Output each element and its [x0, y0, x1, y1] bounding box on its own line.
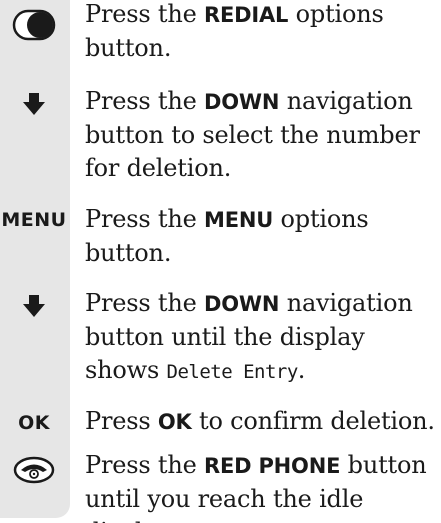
keyword: MENU [204, 208, 274, 232]
down-arrow-icon [0, 294, 68, 318]
instruction-page: Press the REDIAL options button. Press t… [0, 0, 441, 523]
red-phone-icon [0, 455, 68, 485]
keyword: RED PHONE [204, 454, 341, 478]
down-arrow-icon [0, 92, 68, 116]
display-text: Delete Entry [166, 361, 299, 383]
step-text: Press OK to confirm deletion. [85, 407, 435, 435]
keyword: DOWN [204, 90, 280, 114]
step-text: Press the DOWN navigation button until t… [85, 289, 413, 384]
step-text: Press the MENU options button. [85, 205, 369, 267]
step-text: Press the REDIAL options button. [85, 0, 384, 62]
keyword: REDIAL [204, 3, 289, 27]
options-button-icon [0, 8, 68, 42]
keyword: OK [157, 410, 192, 434]
step-text: Press the DOWN navigation button to sele… [85, 87, 420, 182]
icon-sidebar [0, 0, 70, 518]
ok-label: OK [18, 412, 50, 434]
keyword: DOWN [204, 292, 280, 316]
step-text: Press the RED PHONE button until you rea… [85, 451, 427, 523]
menu-label: MENU [1, 209, 67, 231]
